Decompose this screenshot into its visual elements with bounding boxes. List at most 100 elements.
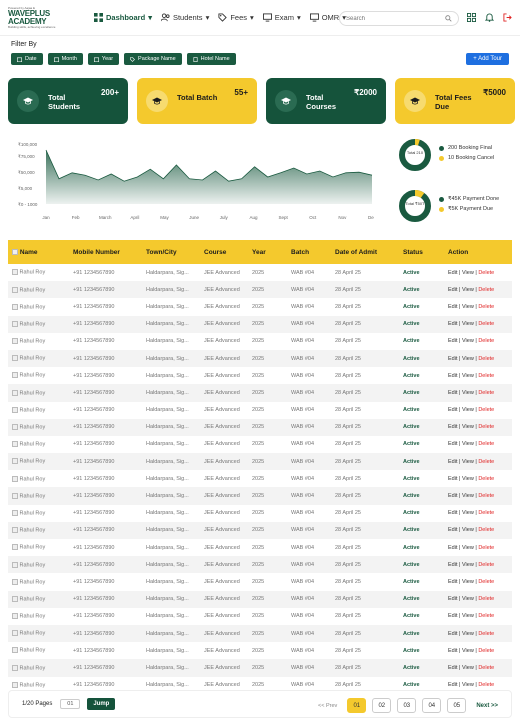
filter-month[interactable]: Month — [47, 53, 83, 65]
view-link[interactable]: View — [462, 338, 474, 344]
view-link[interactable]: View — [462, 682, 474, 688]
filter-package-name[interactable]: Package Name — [124, 53, 182, 65]
row-checkbox[interactable] — [12, 441, 18, 448]
edit-link[interactable]: Edit — [448, 527, 457, 533]
delete-link[interactable]: Delete — [478, 373, 494, 379]
view-link[interactable]: View — [462, 579, 474, 585]
delete-link[interactable]: Delete — [478, 338, 494, 344]
view-link[interactable]: View — [462, 321, 474, 327]
row-checkbox[interactable] — [12, 509, 18, 516]
nav-fees[interactable]: Fees ▾ — [218, 13, 254, 22]
grid-icon[interactable] — [467, 13, 476, 22]
brand-logo[interactable]: Powered by Aajaa E WAVEPLUS ACADEMY Buil… — [8, 5, 70, 31]
view-link[interactable]: View — [462, 356, 474, 362]
row-checkbox[interactable] — [12, 647, 18, 654]
edit-link[interactable]: Edit — [448, 545, 457, 551]
delete-link[interactable]: Delete — [478, 476, 494, 482]
col-year[interactable]: Year — [248, 240, 287, 264]
page-button[interactable]: 01 — [347, 698, 367, 713]
edit-link[interactable]: Edit — [448, 304, 457, 310]
delete-link[interactable]: Delete — [478, 270, 494, 276]
view-link[interactable]: View — [462, 596, 474, 602]
row-checkbox[interactable] — [12, 458, 18, 465]
edit-link[interactable]: Edit — [448, 665, 457, 671]
row-checkbox[interactable] — [12, 286, 18, 293]
delete-link[interactable]: Delete — [478, 648, 494, 654]
card-total-fees-due[interactable]: Total Fees Due ₹5000 — [395, 78, 515, 124]
view-link[interactable]: View — [462, 424, 474, 430]
edit-link[interactable]: Edit — [448, 424, 457, 430]
delete-link[interactable]: Delete — [478, 356, 494, 362]
delete-link[interactable]: Delete — [478, 424, 494, 430]
col-batch[interactable]: Batch — [287, 240, 331, 264]
delete-link[interactable]: Delete — [478, 682, 494, 688]
delete-link[interactable]: Delete — [478, 527, 494, 533]
row-checkbox[interactable] — [12, 681, 18, 688]
edit-link[interactable]: Edit — [448, 631, 457, 637]
delete-link[interactable]: Delete — [478, 493, 494, 499]
edit-link[interactable]: Edit — [448, 373, 457, 379]
nav-dashboard[interactable]: Dashboard ▾ — [94, 13, 152, 22]
view-link[interactable]: View — [462, 631, 474, 637]
delete-link[interactable]: Delete — [478, 287, 494, 293]
col-status[interactable]: Status — [399, 240, 444, 264]
delete-link[interactable]: Delete — [478, 631, 494, 637]
delete-link[interactable]: Delete — [478, 459, 494, 465]
view-link[interactable]: View — [462, 304, 474, 310]
nav-exam[interactable]: Exam ▾ — [262, 13, 301, 22]
row-checkbox[interactable] — [12, 372, 18, 379]
view-link[interactable]: View — [462, 562, 474, 568]
view-link[interactable]: View — [462, 648, 474, 654]
search-input[interactable] — [346, 15, 436, 22]
page-button[interactable]: 05 — [447, 698, 467, 713]
delete-link[interactable]: Delete — [478, 407, 494, 413]
col-mobile[interactable]: Mobile Number — [69, 240, 142, 264]
row-checkbox[interactable] — [12, 389, 18, 396]
card-total-batch[interactable]: Total Batch 55+ — [137, 78, 257, 124]
edit-link[interactable]: Edit — [448, 459, 457, 465]
row-checkbox[interactable] — [12, 595, 18, 602]
page-button[interactable]: 03 — [397, 698, 417, 713]
view-link[interactable]: View — [462, 545, 474, 551]
row-checkbox[interactable] — [12, 320, 18, 327]
edit-link[interactable]: Edit — [448, 648, 457, 654]
edit-link[interactable]: Edit — [448, 579, 457, 585]
row-checkbox[interactable] — [12, 664, 18, 671]
col-city[interactable]: Town/City — [142, 240, 200, 264]
delete-link[interactable]: Delete — [478, 579, 494, 585]
row-checkbox[interactable] — [12, 544, 18, 551]
row-checkbox[interactable] — [12, 406, 18, 413]
edit-link[interactable]: Edit — [448, 321, 457, 327]
delete-link[interactable]: Delete — [478, 304, 494, 310]
row-checkbox[interactable] — [12, 561, 18, 568]
filter-year[interactable]: Year — [87, 53, 120, 65]
row-checkbox[interactable] — [12, 475, 18, 482]
edit-link[interactable]: Edit — [448, 287, 457, 293]
row-checkbox[interactable] — [12, 578, 18, 585]
filter-date[interactable]: Date — [11, 53, 43, 65]
row-checkbox[interactable] — [12, 492, 18, 499]
view-link[interactable]: View — [462, 373, 474, 379]
edit-link[interactable]: Edit — [448, 476, 457, 482]
add-tour-button[interactable]: + Add Tour — [466, 53, 509, 65]
delete-link[interactable]: Delete — [478, 596, 494, 602]
edit-link[interactable]: Edit — [448, 390, 457, 396]
card-total-students[interactable]: Total Students 200+ — [8, 78, 128, 124]
view-link[interactable]: View — [462, 270, 474, 276]
next-button[interactable]: Next >> — [476, 703, 498, 709]
row-checkbox[interactable] — [12, 338, 18, 345]
edit-link[interactable]: Edit — [448, 596, 457, 602]
delete-link[interactable]: Delete — [478, 665, 494, 671]
page-button[interactable]: 02 — [372, 698, 392, 713]
select-all-checkbox[interactable] — [12, 248, 18, 255]
edit-link[interactable]: Edit — [448, 562, 457, 568]
delete-link[interactable]: Delete — [478, 321, 494, 327]
delete-link[interactable]: Delete — [478, 510, 494, 516]
edit-link[interactable]: Edit — [448, 407, 457, 413]
view-link[interactable]: View — [462, 287, 474, 293]
row-checkbox[interactable] — [12, 303, 18, 310]
bell-icon[interactable] — [485, 13, 494, 22]
prev-button[interactable]: << Prev — [318, 703, 337, 709]
search-icon[interactable] — [445, 15, 452, 22]
view-link[interactable]: View — [462, 493, 474, 499]
